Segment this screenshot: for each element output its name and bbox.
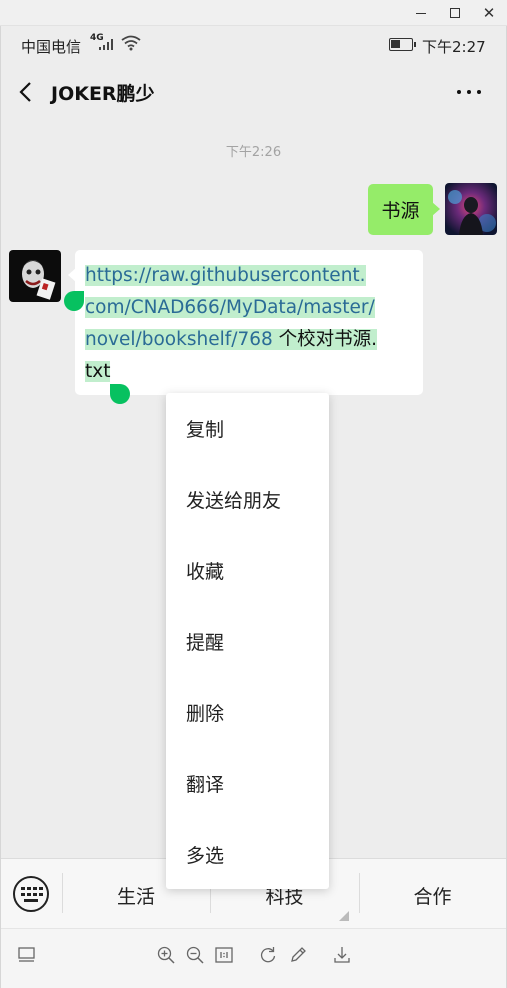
submenu-indicator-icon (339, 911, 349, 921)
menu-item-send-to-friend[interactable]: 发送给朋友 (166, 464, 329, 535)
message-text-line: txt (85, 361, 111, 382)
edit-pencil-icon[interactable] (288, 945, 308, 965)
menu-item-translate[interactable]: 翻译 (166, 748, 329, 819)
keyboard-icon[interactable] (13, 876, 49, 912)
signal-icon (99, 38, 115, 50)
message-link-line[interactable]: https://raw.githubusercontent. (85, 260, 413, 292)
chat-title: JOKER鹏少 (51, 83, 155, 105)
frame-border-left (0, 26, 1, 988)
status-time: 下午2:27 (422, 38, 486, 56)
menu-item-copy[interactable]: 复制 (166, 393, 329, 464)
maximize-icon[interactable] (444, 3, 466, 23)
menu-item-delete[interactable]: 删除 (166, 677, 329, 748)
viewer-toolbar (1, 928, 506, 988)
menu-tab-cooperation[interactable]: 合作 (359, 882, 506, 909)
message-timestamp: 下午2:26 (225, 145, 282, 160)
context-menu: 复制 发送给朋友 收藏 提醒 删除 翻译 多选 (166, 393, 329, 889)
chat-header: JOKER鹏少 (1, 64, 506, 120)
download-icon[interactable] (332, 945, 352, 965)
message-link-line[interactable]: novel/bookshelf/768 个校对书源. (85, 324, 413, 356)
chevron-left-icon[interactable] (13, 78, 41, 106)
zoom-out-icon[interactable] (185, 945, 205, 965)
rotate-icon[interactable] (258, 945, 278, 965)
viewer-title-bar: ✕ (0, 0, 507, 26)
thumbnail-icon[interactable] (17, 945, 37, 965)
more-dots-icon[interactable] (453, 78, 485, 106)
menu-item-remind[interactable]: 提醒 (166, 606, 329, 677)
selection-start-handle[interactable] (64, 291, 84, 311)
status-bar: 中国电信 4G 下午2:27 (1, 26, 506, 64)
actual-size-icon[interactable] (214, 945, 234, 965)
zoom-in-icon[interactable] (156, 945, 176, 965)
menu-item-multi-select[interactable]: 多选 (166, 819, 329, 890)
sent-message-text: 书源 (381, 200, 420, 222)
received-message-bubble[interactable]: https://raw.githubusercontent. com/CNAD6… (68, 250, 423, 395)
contact-avatar[interactable] (9, 250, 61, 302)
close-icon[interactable]: ✕ (478, 3, 500, 23)
message-link-line[interactable]: com/CNAD666/MyData/master/ (85, 292, 413, 324)
carrier-name: 中国电信 (21, 38, 82, 56)
battery-icon (389, 38, 416, 51)
sent-message-bubble[interactable]: 书源 (368, 184, 440, 235)
minimize-icon[interactable] (410, 3, 432, 23)
menu-item-favorite[interactable]: 收藏 (166, 535, 329, 606)
wifi-icon (121, 35, 141, 51)
my-avatar[interactable] (445, 183, 497, 235)
selection-end-handle[interactable] (110, 384, 130, 404)
